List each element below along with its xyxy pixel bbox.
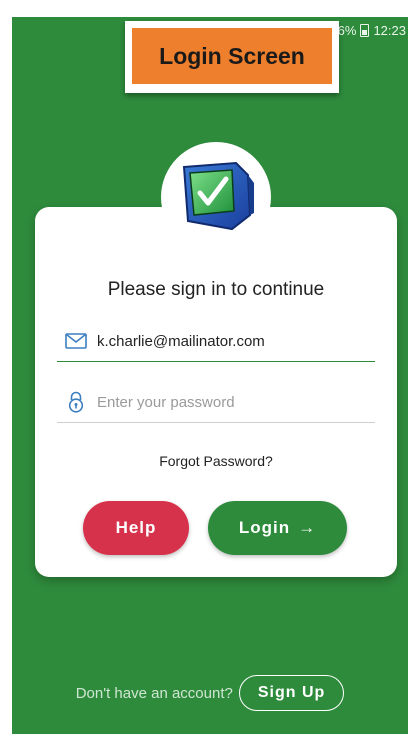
mail-icon: [63, 330, 89, 352]
card-heading: Please sign in to continue: [107, 279, 325, 300]
sign-up-button[interactable]: Sign Up: [238, 675, 345, 711]
battery-icon: [360, 24, 370, 37]
arrow-right-icon: →: [298, 518, 317, 537]
login-button-label: Login: [238, 518, 291, 537]
status-bar: 26% 12:23: [330, 23, 406, 38]
signup-footer: Don't have an account? Sign Up: [12, 675, 408, 711]
banner-title: Login Screen: [132, 28, 332, 84]
help-button-label: Help: [115, 518, 157, 537]
monitor-check-icon: [182, 161, 254, 231]
login-card: Please sign in to continue Fo: [35, 207, 397, 577]
password-input[interactable]: [97, 393, 367, 411]
title-banner: Login Screen: [125, 21, 339, 93]
email-input[interactable]: [97, 332, 367, 350]
signup-prompt: Don't have an account?: [75, 684, 233, 702]
login-button[interactable]: Login →: [208, 501, 347, 555]
app-logo: [161, 142, 271, 252]
lock-icon: [63, 391, 89, 413]
forgot-password-link[interactable]: Forgot Password?: [35, 453, 397, 469]
help-button[interactable]: Help: [83, 501, 189, 555]
password-field[interactable]: [57, 382, 375, 423]
clock: 12:23: [373, 23, 406, 38]
email-field[interactable]: [57, 321, 375, 362]
app-screen: 26% 12:23 Login Screen Please sign in to…: [12, 17, 408, 734]
